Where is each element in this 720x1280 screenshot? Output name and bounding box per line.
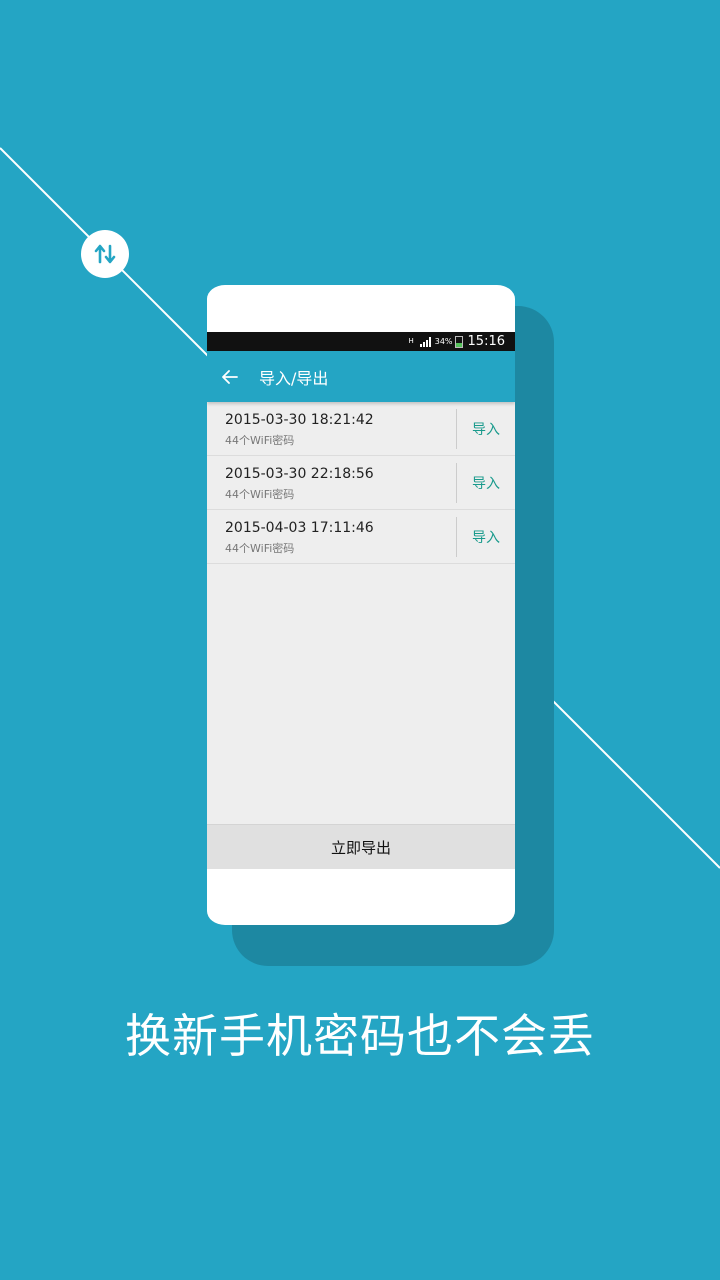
list-item: 2015-03-30 18:21:42 44个WiFi密码 导入 (207, 402, 515, 456)
export-now-button[interactable]: 立即导出 (207, 824, 515, 869)
status-bar: H 34% 15:16 (207, 332, 515, 351)
import-button[interactable]: 导入 (457, 419, 515, 439)
phone-mockup: H 34% 15:16 导入/导出 2015-03-30 18:21:42 44… (207, 285, 515, 925)
list-item-text: 2015-03-30 18:21:42 44个WiFi密码 (207, 411, 456, 447)
backup-summary: 44个WiFi密码 (225, 541, 295, 555)
import-button[interactable]: 导入 (457, 473, 515, 493)
signal-icon (419, 336, 431, 347)
list-item-text: 2015-03-30 22:18:56 44个WiFi密码 (207, 465, 456, 501)
network-indicator: H (408, 337, 414, 345)
swap-vertical-icon (94, 244, 116, 264)
arrow-left-icon (222, 369, 238, 384)
list-item: 2015-04-03 17:11:46 44个WiFi密码 导入 (207, 510, 515, 564)
list-item: 2015-03-30 22:18:56 44个WiFi密码 导入 (207, 456, 515, 510)
backup-list: 2015-03-30 18:21:42 44个WiFi密码 导入 2015-03… (207, 402, 515, 564)
phone-screen: H 34% 15:16 导入/导出 2015-03-30 18:21:42 44… (207, 332, 515, 869)
import-button[interactable]: 导入 (457, 527, 515, 547)
backup-summary: 44个WiFi密码 (225, 433, 295, 447)
swap-badge (81, 230, 129, 278)
backup-summary: 44个WiFi密码 (225, 487, 295, 501)
list-item-text: 2015-04-03 17:11:46 44个WiFi密码 (207, 519, 456, 555)
page-title: 导入/导出 (259, 368, 329, 388)
app-bar: 导入/导出 (207, 351, 515, 402)
backup-date: 2015-03-30 18:21:42 (225, 411, 374, 428)
backup-date: 2015-03-30 22:18:56 (225, 465, 374, 482)
battery-icon (454, 335, 463, 348)
backup-date: 2015-04-03 17:11:46 (225, 519, 374, 536)
status-time: 15:16 (467, 334, 505, 349)
promo-caption: 换新手机密码也不会丢 (125, 1009, 595, 1063)
back-button[interactable] (207, 351, 253, 402)
battery-percent: 34% (434, 337, 453, 346)
